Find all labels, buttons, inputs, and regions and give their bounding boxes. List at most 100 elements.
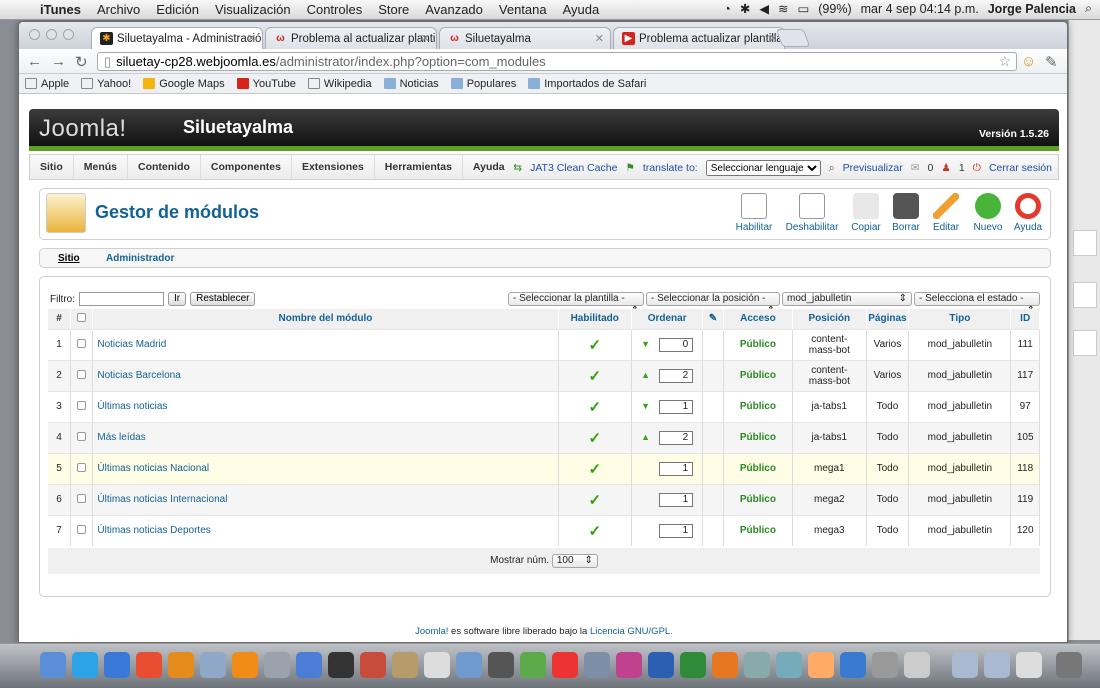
itunes-icon[interactable] xyxy=(296,652,322,678)
minimize-window-button[interactable] xyxy=(46,29,57,40)
forward-icon[interactable]: → xyxy=(51,53,66,70)
close-tab-icon[interactable]: ✕ xyxy=(421,32,430,45)
submenu-administrador[interactable]: Administrador xyxy=(106,253,174,264)
row-select[interactable] xyxy=(70,421,94,453)
zoom-window-button[interactable] xyxy=(63,29,74,40)
menu-ayuda[interactable]: Ayuda xyxy=(463,155,515,179)
bookmark-apple[interactable]: Apple xyxy=(25,78,69,90)
order-input[interactable]: 1 xyxy=(659,492,694,507)
edit-button[interactable]: Editar xyxy=(924,193,968,233)
move-up-icon[interactable]: ▲ xyxy=(641,432,650,442)
checkmark-icon[interactable]: ✓ xyxy=(588,368,601,385)
menu-menus[interactable]: Menús xyxy=(74,155,129,179)
filter-input[interactable] xyxy=(79,292,164,306)
outlook-icon[interactable] xyxy=(712,652,738,678)
enable-button[interactable]: Habilitar xyxy=(732,193,776,233)
app-icon[interactable] xyxy=(360,652,386,678)
user-name[interactable]: Jorge Palencia xyxy=(988,2,1076,16)
col-name[interactable]: Nombre del módulo xyxy=(92,309,559,329)
row-select[interactable] xyxy=(70,359,94,391)
wifi-icon[interactable]: ≋ xyxy=(778,1,788,16)
save-order-icon[interactable]: ✎ xyxy=(709,313,717,324)
enabled-cell[interactable]: ✓ xyxy=(558,390,632,422)
folder-icon[interactable] xyxy=(984,652,1010,678)
bluetooth-icon[interactable]: ✱ xyxy=(740,1,750,16)
type-select[interactable]: mod_jabulletin ⇕ xyxy=(782,292,912,306)
users-count[interactable]: 1 xyxy=(959,162,965,174)
new-tab-button[interactable] xyxy=(775,29,811,47)
row-select[interactable] xyxy=(70,328,94,360)
position-select[interactable]: - Seleccionar la posición -⇕ xyxy=(646,292,780,316)
tab-problema-actualizar[interactable]: ω Problema al actualizar planti ✕ xyxy=(265,27,437,49)
new-button[interactable]: Nuevo xyxy=(966,193,1010,233)
ichat-icon[interactable] xyxy=(200,652,226,678)
access-link[interactable]: Público xyxy=(723,421,794,453)
language-select[interactable]: Seleccionar lenguaje xyxy=(705,160,821,176)
bookmark-wikipedia[interactable]: Wikipedia xyxy=(307,78,372,90)
document-icon[interactable] xyxy=(1016,652,1042,678)
extension-icon[interactable]: ☺ xyxy=(1021,53,1036,70)
vlc-icon[interactable] xyxy=(232,652,258,678)
menu-ayuda[interactable]: Ayuda xyxy=(563,2,600,17)
app-icon[interactable] xyxy=(872,652,898,678)
menu-ventana[interactable]: Ventana xyxy=(499,2,547,17)
enabled-cell[interactable]: ✓ xyxy=(558,328,632,360)
col-enabled[interactable]: Habilitado xyxy=(558,309,632,329)
order-input[interactable]: 1 xyxy=(659,399,694,414)
joomla-link[interactable]: Joomla! xyxy=(415,626,448,637)
address-bar[interactable]: ▯ siluetay-cp28.webjoomla.es /administra… xyxy=(97,52,1017,71)
order-input[interactable]: 0 xyxy=(659,337,694,352)
app-menu[interactable]: iTunes xyxy=(40,2,81,17)
checkmark-icon[interactable]: ✓ xyxy=(588,492,601,509)
menu-contenido[interactable]: Contenido xyxy=(128,155,201,179)
row-select[interactable] xyxy=(70,514,94,546)
checkmark-icon[interactable]: ✓ xyxy=(588,337,601,354)
access-link[interactable]: Público xyxy=(723,452,794,484)
module-name-link[interactable]: Últimas noticias xyxy=(92,390,559,422)
word-icon[interactable] xyxy=(648,652,674,678)
checkbox[interactable] xyxy=(77,338,87,348)
menu-archivo[interactable]: Archivo xyxy=(97,2,140,17)
menu-herramientas[interactable]: Herramientas xyxy=(375,155,463,179)
col-check-all[interactable] xyxy=(70,309,94,329)
tab-youtube[interactable]: ▶ Problema actualizar plantilla ✕ xyxy=(613,27,785,49)
module-name-link[interactable]: Últimas noticias Nacional xyxy=(92,452,559,484)
volume-icon[interactable]: ◀ xyxy=(759,1,769,16)
wrench-icon[interactable]: ✎ xyxy=(1045,53,1058,71)
module-name-link[interactable]: Últimas noticias Deportes xyxy=(92,514,559,546)
checkbox[interactable] xyxy=(77,431,87,441)
checkmark-icon[interactable]: ✓ xyxy=(588,399,601,416)
enabled-cell[interactable]: ✓ xyxy=(558,514,632,546)
chrome-icon[interactable] xyxy=(136,652,162,678)
safari-icon[interactable] xyxy=(104,652,130,678)
move-up-icon[interactable]: ▲ xyxy=(641,370,650,380)
bookmark-populares[interactable]: Populares xyxy=(450,78,516,90)
checkbox[interactable] xyxy=(77,312,87,322)
row-select[interactable] xyxy=(70,390,94,422)
bookmark-importados[interactable]: Importados de Safari xyxy=(528,78,646,90)
help-button[interactable]: Ayuda xyxy=(1006,193,1050,233)
downloads-icon[interactable] xyxy=(840,652,866,678)
module-name-link[interactable]: Últimas noticias Internacional xyxy=(92,483,559,515)
jat3-clean-cache-link[interactable]: JAT3 Clean Cache xyxy=(530,162,617,174)
module-name-link[interactable]: Más leídas xyxy=(92,421,559,453)
battery-icon[interactable]: ▭ xyxy=(797,1,809,16)
tab-siluetayalma[interactable]: ω Siluetayalma ✕ xyxy=(439,27,611,49)
app-icon[interactable] xyxy=(424,652,450,678)
activity-icon[interactable] xyxy=(520,652,546,678)
col-save-order[interactable]: ✎ xyxy=(702,309,724,329)
menu-controles[interactable]: Controles xyxy=(307,2,363,17)
skype-icon[interactable] xyxy=(72,652,98,678)
bookmark-noticias[interactable]: Noticias xyxy=(383,78,439,90)
bookmark-youtube[interactable]: YouTube xyxy=(236,78,296,90)
close-window-button[interactable] xyxy=(29,29,40,40)
checkbox[interactable] xyxy=(77,462,87,472)
enabled-cell[interactable]: ✓ xyxy=(558,421,632,453)
menu-visualizacion[interactable]: Visualización xyxy=(215,2,291,17)
access-link[interactable]: Público xyxy=(723,328,794,360)
copy-button[interactable]: Copiar xyxy=(844,193,888,233)
acrobat-icon[interactable] xyxy=(552,652,578,678)
close-tab-icon[interactable]: ✕ xyxy=(247,32,256,45)
app-icon[interactable] xyxy=(776,652,802,678)
time-machine-icon[interactable]: ◔ xyxy=(723,2,731,16)
